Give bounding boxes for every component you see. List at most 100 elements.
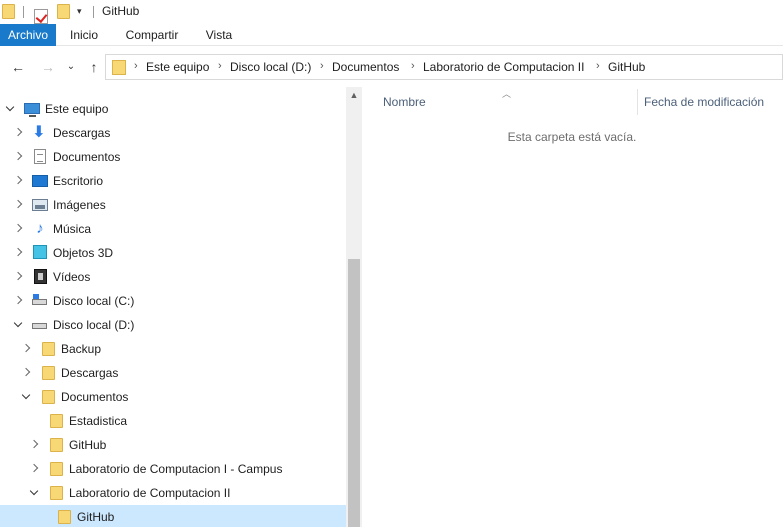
chevron-right-icon[interactable] bbox=[12, 198, 24, 210]
nav-item-videos[interactable]: Vídeos bbox=[0, 265, 346, 289]
nav-item-label: Vídeos bbox=[53, 270, 91, 284]
up-button[interactable]: ↑ bbox=[84, 58, 104, 76]
chevron-right-icon[interactable] bbox=[20, 366, 32, 378]
chevron-down-icon[interactable] bbox=[12, 318, 24, 330]
column-header-fecha[interactable]: Fecha de modificación bbox=[644, 95, 764, 109]
folder-icon bbox=[58, 510, 71, 524]
chevron-down-icon[interactable] bbox=[28, 486, 40, 498]
nav-item-label: Descargas bbox=[53, 126, 111, 140]
chevron-right-icon[interactable] bbox=[12, 150, 24, 162]
tab-inicio[interactable]: Inicio bbox=[64, 24, 104, 46]
column-divider[interactable] bbox=[637, 89, 638, 115]
address-bar[interactable]: › Este equipo › Disco local (D:) › Docum… bbox=[105, 54, 783, 80]
title-bar: ▾ GitHub bbox=[0, 0, 783, 24]
chevron-right-icon[interactable] bbox=[12, 222, 24, 234]
nav-item-backup[interactable]: Backup bbox=[0, 337, 346, 361]
folder-icon bbox=[50, 462, 63, 476]
folder-icon bbox=[50, 414, 63, 428]
chevron-right-icon[interactable] bbox=[28, 462, 40, 474]
nav-item-descargas[interactable]: ⬇ Descargas bbox=[0, 121, 346, 145]
nav-item-label: Disco local (D:) bbox=[53, 318, 135, 332]
address-row: ← → ⌄ ↑ › Este equipo › Disco local (D:)… bbox=[0, 47, 783, 87]
nav-item-github[interactable]: GitHub bbox=[0, 433, 346, 457]
chevron-down-icon[interactable] bbox=[20, 390, 32, 402]
chevron-down-icon[interactable] bbox=[4, 102, 16, 114]
chevron-right-icon[interactable] bbox=[12, 294, 24, 306]
separator bbox=[93, 6, 94, 18]
recent-locations-chevron-icon[interactable]: ⌄ bbox=[64, 58, 78, 76]
nav-item-label: Laboratorio de Computacion II bbox=[69, 486, 231, 500]
tab-compartir[interactable]: Compartir bbox=[118, 24, 186, 46]
nav-item-label: Música bbox=[53, 222, 92, 236]
nav-item-musica[interactable]: ♪ Música bbox=[0, 217, 346, 241]
breadcrumb-github[interactable]: GitHub bbox=[608, 60, 645, 74]
nav-item-este-equipo[interactable]: Este equipo bbox=[0, 97, 346, 121]
chevron-right-icon[interactable] bbox=[12, 246, 24, 258]
customize-toolbar-icon[interactable]: ▾ bbox=[77, 6, 82, 16]
nav-item-documentos-d[interactable]: Documentos bbox=[0, 385, 346, 409]
nav-item-laboratorio-i-campus[interactable]: Laboratorio de Computacion I - Campus bbox=[0, 457, 346, 481]
nav-item-label: Escritorio bbox=[53, 174, 104, 188]
nav-item-github-selected[interactable]: GitHub bbox=[0, 505, 346, 527]
drive-icon bbox=[32, 323, 47, 329]
chevron-right-icon[interactable]: › bbox=[218, 60, 222, 72]
computer-icon bbox=[24, 103, 40, 117]
chevron-right-icon[interactable]: › bbox=[411, 60, 415, 72]
folder-icon bbox=[42, 390, 55, 404]
sort-up-icon: ︿ bbox=[502, 89, 512, 99]
nav-item-label: Descargas bbox=[61, 366, 119, 380]
nav-item-label: GitHub bbox=[69, 438, 107, 452]
nav-item-imagenes[interactable]: Imágenes bbox=[0, 193, 346, 217]
breadcrumb-este-equipo[interactable]: Este equipo bbox=[146, 60, 209, 74]
folder-icon bbox=[112, 60, 126, 75]
nav-item-objetos-3d[interactable]: Objetos 3D bbox=[0, 241, 346, 265]
tab-vista[interactable]: Vista bbox=[199, 24, 239, 46]
document-icon bbox=[34, 149, 46, 164]
nav-item-descargas-d[interactable]: Descargas bbox=[0, 361, 346, 385]
back-button[interactable]: ← bbox=[8, 58, 28, 76]
nav-item-estadistica[interactable]: Estadistica bbox=[0, 409, 346, 433]
desktop-icon bbox=[32, 175, 48, 187]
chevron-right-icon[interactable]: › bbox=[134, 60, 138, 72]
nav-item-label: Documentos bbox=[53, 150, 121, 164]
breadcrumb-documentos[interactable]: Documentos bbox=[332, 60, 399, 74]
breadcrumb-laboratorio-ii[interactable]: Laboratorio de Computacion II bbox=[423, 60, 584, 74]
breadcrumb-disco-d[interactable]: Disco local (D:) bbox=[230, 60, 311, 74]
folder-icon bbox=[50, 438, 63, 452]
tab-archivo[interactable]: Archivo bbox=[0, 24, 56, 46]
nav-item-disco-d[interactable]: Disco local (D:) bbox=[0, 313, 346, 337]
download-icon: ⬇ bbox=[32, 124, 46, 141]
nav-item-label: Backup bbox=[61, 342, 102, 356]
chevron-right-icon[interactable] bbox=[20, 342, 32, 354]
chevron-right-icon[interactable] bbox=[12, 174, 24, 186]
nav-item-label: Disco local (C:) bbox=[53, 294, 135, 308]
nav-item-documentos[interactable]: Documentos bbox=[0, 145, 346, 169]
chevron-right-icon[interactable] bbox=[12, 270, 24, 282]
nav-item-laboratorio-ii[interactable]: Laboratorio de Computacion II bbox=[0, 481, 346, 505]
nav-item-escritorio[interactable]: Escritorio bbox=[0, 169, 346, 193]
column-header-nombre[interactable]: Nombre bbox=[383, 95, 426, 109]
chevron-right-icon[interactable]: › bbox=[596, 60, 600, 72]
scrollbar-thumb[interactable] bbox=[348, 259, 360, 527]
new-folder-icon[interactable] bbox=[57, 4, 70, 19]
chevron-right-icon[interactable]: › bbox=[320, 60, 324, 72]
videos-icon bbox=[34, 269, 47, 284]
properties-icon[interactable] bbox=[34, 8, 48, 24]
nav-item-label: Laboratorio de Computacion I - Campus bbox=[69, 462, 283, 476]
nav-item-label: Estadistica bbox=[69, 414, 128, 428]
scroll-up-arrow-icon[interactable]: ▲ bbox=[346, 87, 362, 103]
nav-scrollbar[interactable]: ▲ bbox=[346, 87, 362, 527]
forward-button[interactable]: → bbox=[38, 58, 58, 76]
nav-item-label: Imágenes bbox=[53, 198, 106, 212]
folder-icon bbox=[42, 366, 55, 380]
nav-item-label: GitHub bbox=[77, 510, 115, 524]
ribbon-tabs: Archivo Inicio Compartir Vista bbox=[0, 24, 783, 46]
folder-icon bbox=[50, 486, 63, 500]
nav-item-disco-c[interactable]: Disco local (C:) bbox=[0, 289, 346, 313]
folder-icon bbox=[42, 342, 55, 356]
window-title: GitHub bbox=[102, 4, 140, 18]
chevron-right-icon[interactable] bbox=[12, 126, 24, 138]
chevron-right-icon[interactable] bbox=[28, 438, 40, 450]
pictures-icon bbox=[32, 199, 48, 211]
nav-item-label: Documentos bbox=[61, 390, 129, 404]
